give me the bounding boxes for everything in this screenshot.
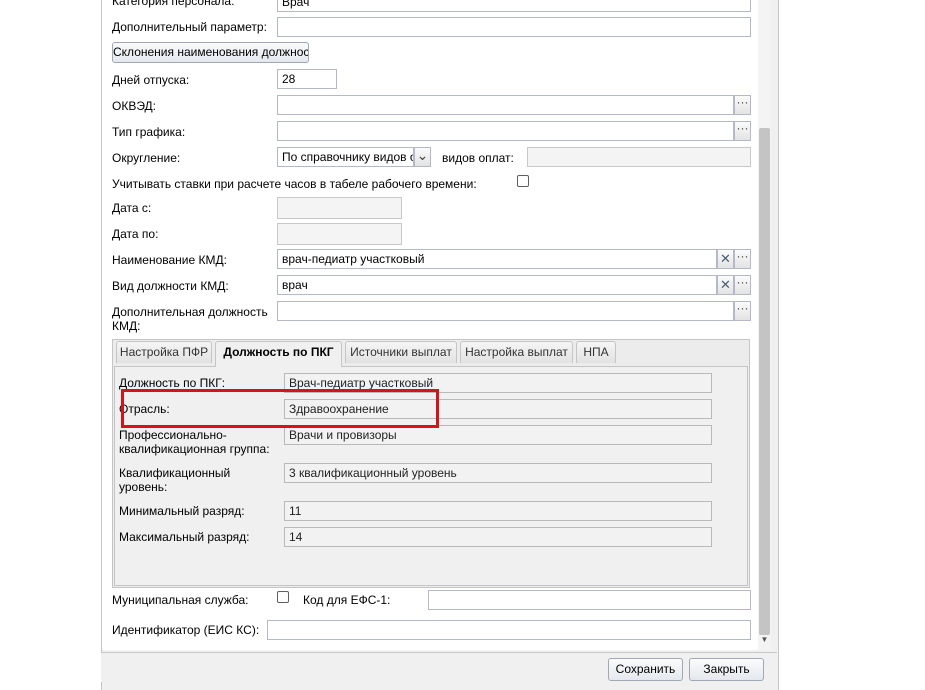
kmd-position-type-lookup-button[interactable]: ··· <box>734 275 751 295</box>
date-from-label: Дата с: <box>112 201 152 215</box>
extra-param-field[interactable] <box>277 17 751 37</box>
pkg-industry-field: Здравоохранение <box>284 399 712 419</box>
pkg-industry-label: Отрасль: <box>119 402 170 416</box>
pkg-min-grade-label: Минимальный разряд: <box>119 504 245 518</box>
payment-types-label: видов оплат: <box>442 151 514 165</box>
okved-field[interactable] <box>277 95 734 115</box>
okved-lookup-button[interactable]: ··· <box>734 95 751 115</box>
municipal-service-checkbox[interactable] <box>277 591 289 603</box>
vacation-days-field[interactable]: 28 <box>277 69 337 89</box>
eis-id-label: Идентификатор (ЕИС КС): <box>112 623 260 637</box>
pkg-max-grade-field: 14 <box>284 527 712 547</box>
rounding-select[interactable]: По справочнику видов о <box>277 147 414 167</box>
account-rates-label: Учитывать ставки при расчете часов в таб… <box>112 177 477 191</box>
schedule-type-field[interactable] <box>277 121 734 141</box>
date-to-label: Дата по: <box>112 227 159 241</box>
payment-types-field[interactable] <box>527 147 751 167</box>
staff-category-label: Категория персонала: <box>112 0 235 8</box>
declension-button[interactable]: Склонения наименования должности <box>112 42 309 63</box>
pkg-min-grade-field: 11 <box>284 501 712 521</box>
date-to-field[interactable] <box>277 223 402 245</box>
schedule-type-label: Тип графика: <box>112 125 186 139</box>
close-button[interactable]: Закрыть <box>689 658 764 681</box>
kmd-name-field[interactable]: врач-педиатр участковый <box>277 249 717 269</box>
rounding-label: Округление: <box>112 151 181 165</box>
efs-code-label: Код для ЕФС-1: <box>303 593 391 607</box>
pkg-prof-group-label: Профессионально-квалификационная группа: <box>119 428 270 456</box>
chevron-down-icon[interactable]: ⌄ <box>414 147 431 167</box>
pkg-max-grade-label: Максимальный разряд: <box>119 530 250 544</box>
kmd-name-lookup-button[interactable]: ··· <box>734 249 751 269</box>
eis-id-field[interactable] <box>267 620 751 640</box>
okved-label: ОКВЭД: <box>112 99 157 113</box>
pkg-qual-level-label: Квалификационный уровень: <box>119 466 231 494</box>
scrollbar-thumb[interactable] <box>759 128 770 635</box>
pkg-prof-group-field: Врачи и провизоры <box>284 425 712 445</box>
save-button[interactable]: Сохранить <box>608 658 683 681</box>
tab-payment-sources[interactable]: Источники выплат <box>345 341 457 363</box>
pkg-qual-level-field: 3 квалификационный уровень <box>284 463 712 483</box>
tab-npa[interactable]: НПА <box>576 341 616 363</box>
schedule-type-lookup-button[interactable]: ··· <box>734 121 751 141</box>
scroll-down-icon[interactable]: ▼ <box>759 634 770 646</box>
kmd-name-label: Наименование КМД: <box>112 253 227 267</box>
efs-code-field[interactable] <box>428 590 751 610</box>
municipal-service-label: Муниципальная служба: <box>112 593 249 607</box>
clear-icon[interactable]: ✕ <box>717 275 734 295</box>
date-from-field[interactable] <box>277 197 402 219</box>
account-rates-checkbox[interactable] <box>517 175 529 187</box>
vacation-days-label: Дней отпуска: <box>112 73 190 87</box>
tab-payment-settings[interactable]: Настройка выплат <box>460 341 573 363</box>
kmd-extra-position-label: Дополнительная должность КМД: <box>112 305 268 333</box>
kmd-extra-position-field[interactable] <box>277 301 734 321</box>
tab-pkg-position[interactable]: Должность по ПКГ <box>215 341 342 367</box>
pkg-position-field: Врач-педиатр участковый <box>284 373 712 393</box>
kmd-position-type-field[interactable]: врач <box>277 275 717 295</box>
extra-param-label: Дополнительный параметр: <box>112 20 267 34</box>
kmd-position-type-label: Вид должности КМД: <box>112 279 229 293</box>
tab-pfr-settings[interactable]: Настройка ПФР <box>116 341 212 363</box>
kmd-extra-position-lookup-button[interactable]: ··· <box>734 301 751 321</box>
staff-category-field[interactable]: Врач <box>277 0 751 12</box>
pkg-position-label: Должность по ПКГ: <box>119 376 226 390</box>
clear-icon[interactable]: ✕ <box>717 249 734 269</box>
